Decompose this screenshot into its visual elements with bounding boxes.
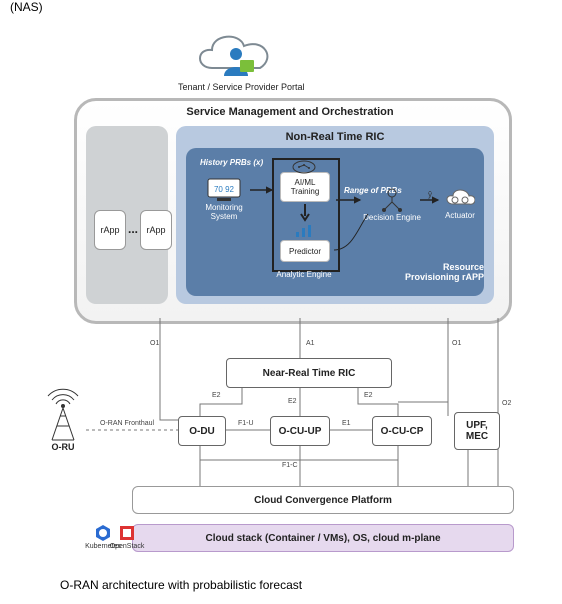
monitor-icon: 70 92 [207, 178, 241, 202]
openstack-label: OpenStack [110, 543, 145, 550]
if-f1u: F1-U [238, 420, 254, 427]
if-f1c: F1-C [282, 462, 298, 469]
if-e2-a: E2 [212, 392, 221, 399]
caption: O-RAN architecture with probabilistic fo… [60, 578, 302, 592]
rapp-left: rApp [94, 210, 126, 250]
if-o1-right: O1 [452, 340, 461, 347]
if-o1-left: O1 [150, 340, 159, 347]
odu: O-DU [178, 416, 226, 446]
person-icon [222, 46, 256, 79]
monitoring-system: 70 92 Monitoring System [196, 178, 252, 221]
actuator: Actuator [438, 188, 482, 220]
rapp-right: rApp [140, 210, 172, 250]
oru-label: O-RU [36, 442, 90, 452]
if-e2-c: E2 [364, 392, 373, 399]
monitoring-label: Monitoring System [196, 203, 252, 221]
history-prbs-label: History PRBs (x) [200, 158, 263, 167]
decision-icon [378, 188, 406, 212]
if-a1: A1 [306, 340, 315, 347]
cloud-stack: Cloud stack (Container / VMs), OS, cloud… [132, 524, 514, 552]
chart-icon [294, 224, 314, 241]
fragment-text: (NAS) [10, 0, 43, 14]
if-e1: E1 [342, 420, 351, 427]
brain-icon [292, 160, 316, 177]
tower-icon [40, 388, 86, 445]
actuator-label: Actuator [438, 211, 482, 220]
openstack-icon: OpenStack [114, 524, 140, 550]
decision-engine-label: Decision Engine [361, 213, 423, 222]
monitor-value: 70 92 [214, 185, 235, 194]
nrt-title: Non-Real Time RIC [176, 130, 494, 144]
upf-mec: UPF, MEC [454, 412, 500, 450]
rapp-dots: ... [126, 220, 140, 238]
if-o2: O2 [502, 400, 511, 407]
if-fronthaul: O-RAN Fronthaul [100, 420, 154, 427]
if-e2-b: E2 [288, 398, 297, 405]
cloud-stack-label: Cloud stack (Container / VMs), OS, cloud… [205, 533, 440, 544]
near-rt-ric: Near-Real Time RIC [226, 358, 392, 388]
resource-rapp-label: Resource Provisioning rAPP [404, 262, 484, 282]
cloud-convergence: Cloud Convergence Platform [132, 486, 514, 514]
arrow-down-icon [300, 204, 310, 225]
y-hat-label: ŷ [428, 190, 432, 199]
analytic-engine-label: Analytic Engine [272, 270, 336, 279]
smo-title: Service Management and Orchestration [74, 104, 506, 120]
ocuup: O-CU-UP [270, 416, 330, 446]
ocucp: O-CU-CP [372, 416, 432, 446]
actuator-icon [445, 188, 475, 210]
tenant-label: Tenant / Service Provider Portal [178, 82, 305, 92]
decision-engine: Decision Engine [362, 188, 422, 222]
predictor-box: Predictor [280, 240, 330, 262]
